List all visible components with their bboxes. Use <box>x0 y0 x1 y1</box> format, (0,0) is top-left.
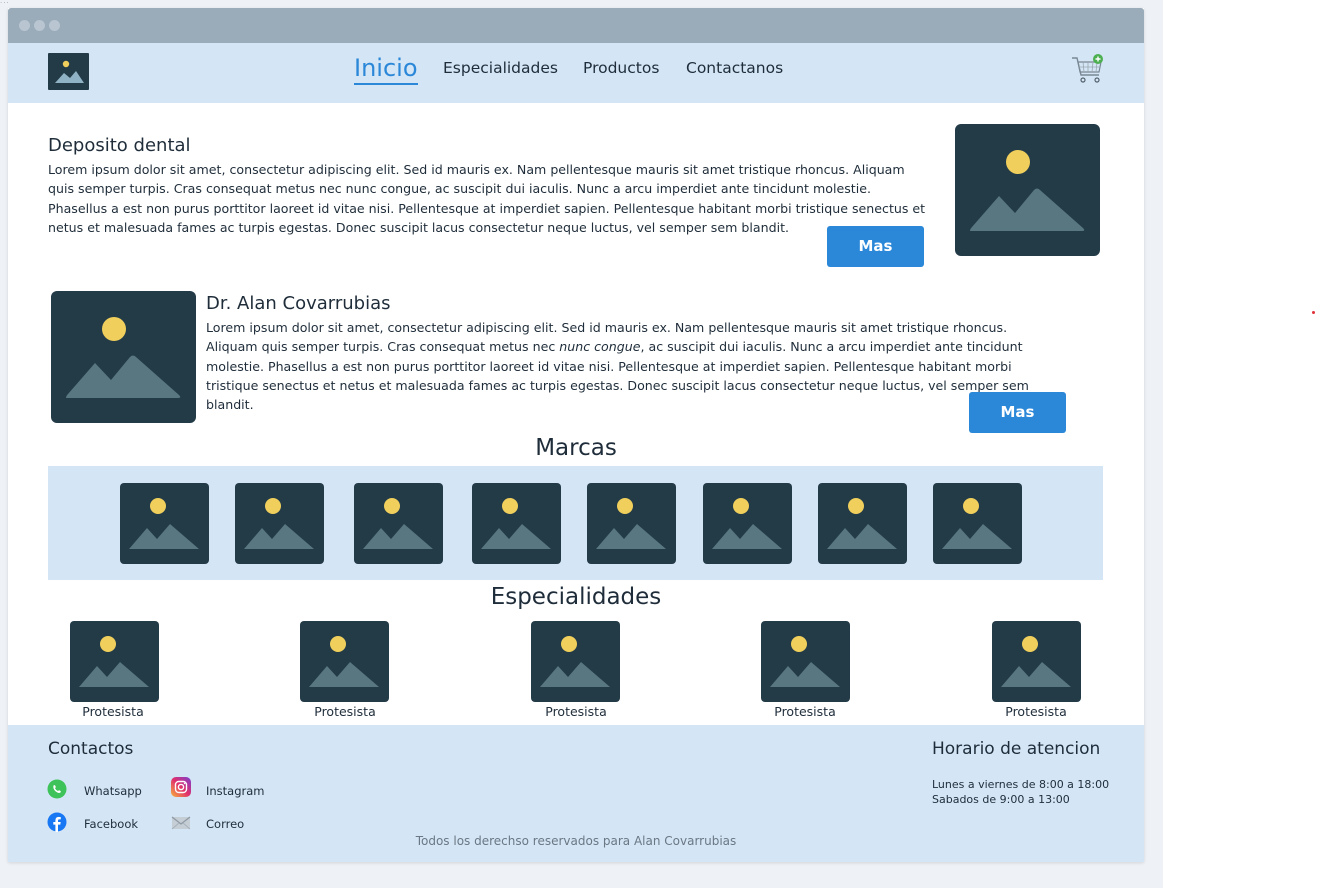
specialty-image-icon[interactable] <box>761 621 850 702</box>
specialty-image-icon[interactable] <box>70 621 159 702</box>
whatsapp-link[interactable]: Whatsapp <box>84 784 142 798</box>
browser-window: Inicio Especialidades Productos Contacta… <box>8 8 1144 862</box>
doctor-text-italic: nunc congue <box>559 339 641 355</box>
window-dot[interactable] <box>19 20 30 31</box>
hours-title: Horario de atencion <box>932 739 1101 759</box>
doctor-image-icon <box>51 291 196 423</box>
deposito-image-icon <box>955 124 1100 256</box>
contacts-title: Contactos <box>48 739 134 759</box>
window-dot[interactable] <box>34 20 45 31</box>
specialty-image-icon[interactable] <box>300 621 389 702</box>
marcas-heading: Marcas <box>535 435 617 461</box>
specialty-label[interactable]: Protesista <box>43 704 183 719</box>
deposito-description: Lorem ipsum dolor sit amet, consectetur … <box>48 162 926 235</box>
corner-dots: ··· <box>0 0 10 7</box>
brand-logo-icon[interactable] <box>933 483 1022 564</box>
brand-logo-icon[interactable] <box>587 483 676 564</box>
doctor-description: Lorem ipsum dolor sit amet, consectetur … <box>206 318 1056 414</box>
specialty-label[interactable]: Protesista <box>735 704 875 719</box>
doctor-more-button[interactable]: Mas <box>969 392 1066 433</box>
nav-item-productos[interactable]: Productos <box>583 59 659 77</box>
specialty-label[interactable]: Protesista <box>275 704 415 719</box>
brand-logo-icon[interactable] <box>354 483 443 564</box>
mail-link[interactable]: Correo <box>206 817 244 831</box>
stray-marker <box>1312 311 1315 314</box>
specialty-label[interactable]: Protesista <box>966 704 1106 719</box>
nav-item-especialidades[interactable]: Especialidades <box>443 59 558 77</box>
deposito-more-button[interactable]: Mas <box>827 226 924 267</box>
instagram-icon[interactable] <box>171 777 191 797</box>
logo-image-icon[interactable] <box>48 53 89 90</box>
specialty-image-icon[interactable] <box>992 621 1081 702</box>
especialidades-heading: Especialidades <box>490 584 662 610</box>
window-titlebar <box>8 8 1144 43</box>
facebook-icon[interactable] <box>47 812 67 832</box>
brand-logo-icon[interactable] <box>472 483 561 564</box>
deposito-title: Deposito dental <box>48 135 191 156</box>
footer: Contactos Whatsapp Instagram Facebook Co… <box>8 725 1144 862</box>
instagram-link[interactable]: Instagram <box>206 784 265 798</box>
nav-item-contactanos[interactable]: Contactanos <box>686 59 783 77</box>
doctor-title: Dr. Alan Covarrubias <box>206 293 391 314</box>
hours-weekdays: Lunes a viernes de 8:00 a 18:00 <box>932 778 1110 791</box>
facebook-link[interactable]: Facebook <box>84 817 138 831</box>
brands-strip <box>48 466 1103 580</box>
cart-icon[interactable] <box>1070 53 1106 87</box>
brand-logo-icon[interactable] <box>703 483 792 564</box>
navbar: Inicio Especialidades Productos Contacta… <box>8 43 1144 103</box>
whatsapp-icon[interactable] <box>47 779 67 799</box>
brand-logo-icon[interactable] <box>818 483 907 564</box>
nav-item-inicio[interactable]: Inicio <box>354 53 418 85</box>
brand-logo-icon[interactable] <box>235 483 324 564</box>
mail-icon[interactable] <box>171 813 191 833</box>
hours-saturday: Sabados de 9:00 a 13:00 <box>932 793 1070 806</box>
specialty-label[interactable]: Protesista <box>506 704 646 719</box>
specialty-image-icon[interactable] <box>531 621 620 702</box>
copyright-text: Todos los derechso reservados para Alan … <box>415 834 737 848</box>
brand-logo-icon[interactable] <box>120 483 209 564</box>
window-dot[interactable] <box>49 20 60 31</box>
